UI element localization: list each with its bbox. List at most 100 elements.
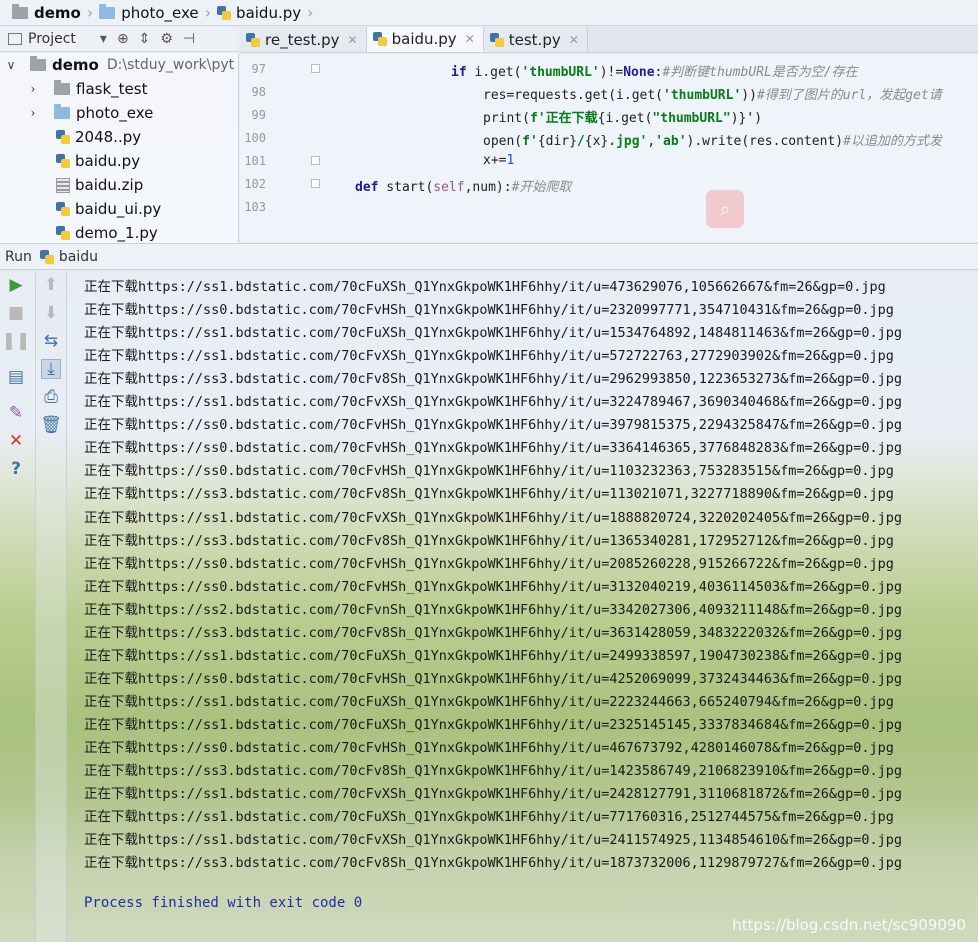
console-line: 正在下载https://ss0.bdstatic.com/70cFvHSh_Q1…	[84, 670, 903, 687]
breadcrumb-item-baidu-py[interactable]: baidu.py	[217, 4, 301, 22]
tab-baidu-py[interactable]: baidu.py ✕	[366, 27, 484, 52]
tree-item-baidu-zip[interactable]: baidu.zip	[0, 173, 238, 197]
console-line: 正在下载https://ss0.bdstatic.com/70cFvHSh_Q1…	[84, 740, 894, 756]
chevron-right-icon: ›	[204, 3, 212, 22]
hide-panel-icon[interactable]: ⊣	[183, 31, 195, 47]
tree-item-demo[interactable]: ∨ demo D:\stduy_work\pyt	[0, 53, 238, 77]
folder-icon	[30, 56, 46, 71]
tab-re-test-py[interactable]: re_test.py ✕	[240, 27, 367, 52]
restore-layout-icon[interactable]: ▤	[6, 367, 26, 387]
line-number: 101	[244, 154, 266, 168]
python-file-icon	[56, 226, 70, 240]
watermark: https://blog.csdn.net/sc909090	[732, 916, 966, 934]
console-line: 正在下载https://ss0.bdstatic.com/70cFvHSh_Q1…	[84, 463, 894, 480]
project-toolbar: Project ▾ ⊕ ⇕ ⚙ ⊣	[0, 27, 239, 52]
close-icon[interactable]: ✕	[348, 33, 358, 47]
console-line: 正在下载https://ss0.bdstatic.com/70cFvHSh_Q1…	[84, 302, 894, 319]
console-line: 正在下载https://ss1.bdstatic.com/70cFvXSh_Q1…	[84, 509, 903, 526]
locate-icon[interactable]: ⊕	[117, 31, 129, 47]
console-line: 正在下载https://ss1.bdstatic.com/70cFvXSh_Q1…	[84, 348, 894, 365]
gear-icon[interactable]: ⚙	[160, 31, 173, 47]
chevron-right-icon[interactable]: ›	[26, 106, 40, 120]
print-icon[interactable]: ⎙	[41, 387, 61, 407]
fold-marker-icon[interactable]	[311, 64, 320, 73]
python-file-icon	[39, 249, 54, 264]
python-file-icon	[246, 32, 260, 47]
fold-marker-icon[interactable]	[311, 179, 320, 188]
code-line: def start(self,num):#开始爬取	[355, 180, 572, 195]
run-tool-label: Run	[5, 248, 32, 265]
tab-test-py[interactable]: test.py ✕	[483, 27, 588, 52]
console-line: 正在下载https://ss0.bdstatic.com/70cFvHSh_Q1…	[84, 440, 903, 457]
console-line: 正在下载https://ss1.bdstatic.com/70cFuXSh_Q1…	[84, 693, 894, 710]
tree-item-photo-exe[interactable]: › photo_exe	[0, 101, 238, 125]
python-file-icon	[217, 5, 232, 20]
console-output[interactable]: 正在下载https://ss1.bdstatic.com/70cFuXSh_Q1…	[68, 271, 978, 942]
breadcrumb-item-photo-exe[interactable]: photo_exe	[99, 3, 199, 22]
tree-item-baidu-py[interactable]: baidu.py	[0, 149, 238, 173]
zip-file-icon	[56, 177, 70, 193]
tree-item-demo-1-py[interactable]: demo_1.py	[0, 221, 238, 243]
pause-icon[interactable]: ❚❚	[2, 331, 31, 351]
folder-icon	[54, 80, 70, 95]
trash-icon[interactable]: 🗑	[40, 415, 62, 435]
python-file-icon	[56, 202, 70, 216]
console-line: 正在下载https://ss1.bdstatic.com/70cFvXSh_Q1…	[84, 394, 903, 411]
console-line: 正在下载https://ss3.bdstatic.com/70cFv8Sh_Q1…	[84, 371, 903, 388]
search-icon[interactable]: ⌕	[706, 190, 744, 228]
code-line: open(f'{dir}/{x}.jpg','ab').write(res.co…	[483, 134, 942, 149]
scroll-to-end-icon[interactable]: ⤓	[41, 359, 61, 379]
console-line: 正在下载https://ss1.bdstatic.com/70cFvXSh_Q1…	[84, 786, 903, 803]
line-number: 100	[244, 131, 266, 145]
arrow-up-icon[interactable]: ⬆	[41, 275, 61, 295]
code-editor[interactable]: 97 98 99 100 101 102 103 if i.get('thumb…	[240, 54, 978, 242]
console-line: 正在下载https://ss3.bdstatic.com/70cFv8Sh_Q1…	[84, 624, 903, 641]
arrow-down-icon[interactable]: ⬇	[41, 303, 61, 323]
run-config-tab[interactable]: baidu	[59, 249, 98, 265]
close-icon[interactable]: ✕	[6, 431, 26, 451]
python-file-icon	[56, 130, 70, 144]
close-icon[interactable]: ✕	[465, 32, 475, 46]
tree-item-baidu-ui-py[interactable]: baidu_ui.py	[0, 197, 238, 221]
python-file-icon	[56, 154, 70, 168]
folder-icon	[99, 3, 116, 19]
code-line: print(f'正在下载{i.get("thumbURL")}')	[483, 111, 763, 126]
console-line: 正在下载https://ss0.bdstatic.com/70cFvHSh_Q1…	[84, 555, 894, 572]
line-number: 102	[244, 177, 266, 191]
fold-marker-icon[interactable]	[311, 156, 320, 165]
python-file-icon	[372, 31, 387, 46]
chevron-right-icon[interactable]: ›	[26, 82, 40, 96]
breadcrumb: demo › photo_exe › baidu.py ›	[0, 0, 978, 26]
process-exit-message: Process finished with exit code 0	[84, 895, 363, 911]
console-line: 正在下载https://ss0.bdstatic.com/70cFvHSh_Q1…	[84, 578, 903, 595]
console-line: 正在下载https://ss3.bdstatic.com/70cFv8Sh_Q1…	[84, 486, 894, 503]
console-line: 正在下载https://ss1.bdstatic.com/70cFuXSh_Q1…	[84, 716, 903, 733]
console-line: 正在下载https://ss0.bdstatic.com/70cFvHSh_Q1…	[84, 417, 903, 434]
soft-wrap-icon[interactable]: ⇆	[41, 331, 61, 351]
rerun-icon[interactable]: ▶	[6, 275, 26, 295]
stop-icon[interactable]: ■	[6, 303, 26, 323]
console-line: 正在下载https://ss1.bdstatic.com/70cFuXSh_Q1…	[84, 647, 903, 664]
console-line: 正在下载https://ss1.bdstatic.com/70cFuXSh_Q1…	[84, 279, 886, 295]
console-line: 正在下载https://ss3.bdstatic.com/70cFv8Sh_Q1…	[84, 532, 894, 549]
help-icon[interactable]: ?	[6, 459, 26, 479]
tree-item-flask-test[interactable]: › flask_test	[0, 77, 238, 101]
tree-item-2048-py[interactable]: 2048..py	[0, 125, 238, 149]
chevron-down-icon[interactable]: ▾	[100, 31, 107, 47]
console-line: 正在下载https://ss1.bdstatic.com/70cFvXSh_Q1…	[84, 832, 903, 849]
close-icon[interactable]: ✕	[569, 33, 579, 47]
breadcrumb-item-demo[interactable]: demo	[12, 3, 81, 22]
code-line: if i.get('thumbURL')!=None:#判断键thumbURL是…	[451, 65, 858, 80]
folder-icon	[12, 3, 28, 19]
pin-icon[interactable]: ✎	[6, 403, 26, 423]
collapse-all-icon[interactable]: ⇕	[139, 31, 151, 47]
project-panel-icon	[8, 33, 22, 45]
line-number-gutter: 97 98 99 100 101 102 103	[240, 54, 302, 242]
chevron-right-icon: ›	[86, 3, 94, 22]
folder-icon	[54, 104, 70, 119]
editor-tab-bar: re_test.py ✕ baidu.py ✕ test.py ✕	[240, 27, 978, 53]
project-view-selector[interactable]: Project	[28, 31, 76, 47]
chevron-down-icon[interactable]: ∨	[4, 58, 18, 72]
console-line: 正在下载https://ss1.bdstatic.com/70cFuXSh_Q1…	[84, 325, 903, 342]
line-number: 97	[251, 62, 266, 76]
